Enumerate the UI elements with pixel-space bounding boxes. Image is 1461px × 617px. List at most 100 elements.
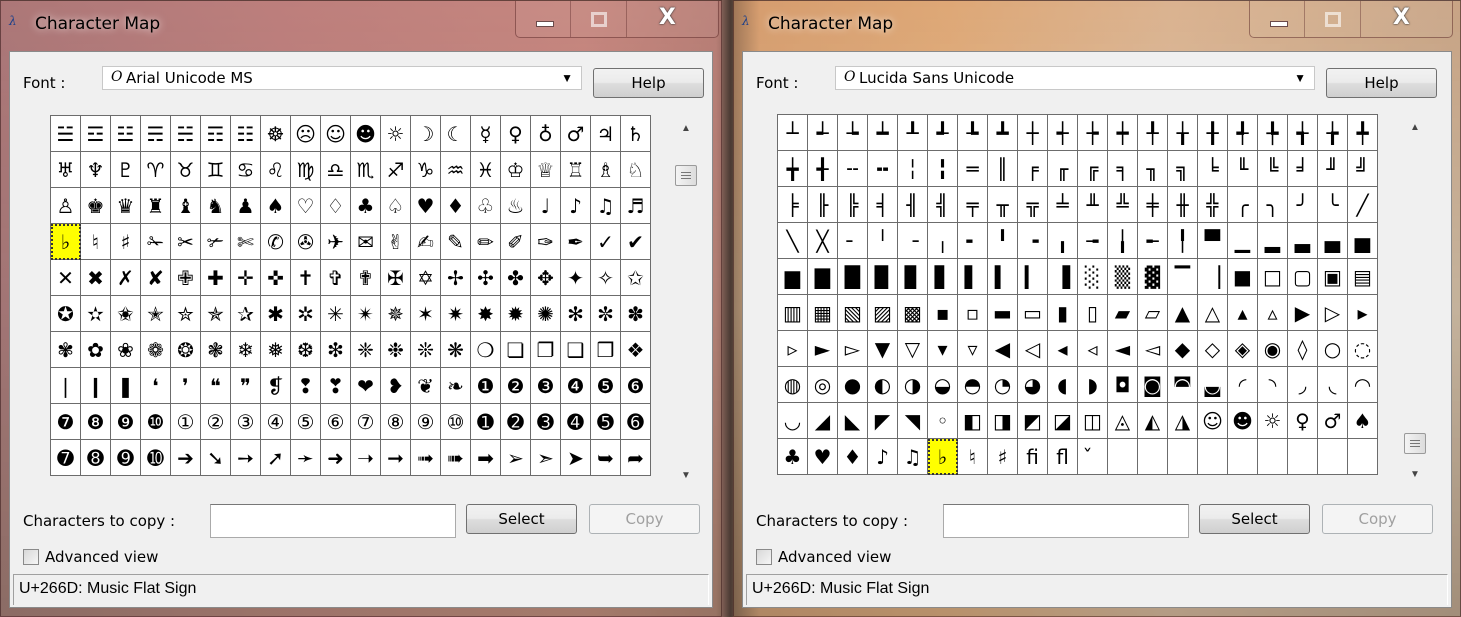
character-cell[interactable]: ✘ <box>141 260 171 296</box>
character-cell[interactable] <box>1198 439 1228 475</box>
character-cell[interactable]: ◫ <box>1078 403 1108 439</box>
character-cell[interactable]: ❸ <box>531 368 561 404</box>
character-cell[interactable]: ▎ <box>1018 259 1048 295</box>
character-cell[interactable]: ♆ <box>81 152 111 188</box>
character-cell[interactable]: ▶ <box>1288 295 1318 331</box>
character-cell[interactable]: ▧ <box>838 295 868 331</box>
character-cell[interactable]: ❑ <box>561 332 591 368</box>
character-cell[interactable]: ☸ <box>261 116 291 152</box>
character-cell[interactable]: ╂ <box>1198 115 1228 151</box>
character-cell[interactable]: ┼ <box>1018 115 1048 151</box>
character-cell[interactable]: ❏ <box>501 332 531 368</box>
character-cell[interactable]: ✞ <box>321 260 351 296</box>
character-cell[interactable]: ☲ <box>81 116 111 152</box>
close-button[interactable]: X <box>626 1 718 37</box>
characters-to-copy-input[interactable] <box>210 504 456 538</box>
character-cell[interactable]: ▁ <box>1228 223 1258 259</box>
character-cell[interactable]: ▥ <box>778 295 808 331</box>
character-cell[interactable]: ▮ <box>1048 295 1078 331</box>
character-cell[interactable]: ╠ <box>838 187 868 223</box>
character-cell[interactable]: ❺ <box>591 368 621 404</box>
character-cell[interactable]: ♪ <box>868 439 898 475</box>
character-cell[interactable]: ▾ <box>928 331 958 367</box>
character-cell[interactable]: ♅ <box>51 152 81 188</box>
character-cell[interactable]: ♃ <box>591 116 621 152</box>
character-cell[interactable]: ✎ <box>441 224 471 260</box>
character-cell[interactable]: ♛ <box>111 188 141 224</box>
character-cell[interactable]: ❛ <box>141 368 171 404</box>
character-cell[interactable]: ╽ <box>1108 223 1138 259</box>
character-cell[interactable]: ❅ <box>261 332 291 368</box>
character-cell[interactable]: ┶ <box>838 115 868 151</box>
character-cell[interactable]: ♐ <box>381 152 411 188</box>
character-cell[interactable]: ➏ <box>621 404 651 440</box>
character-cell[interactable]: ❊ <box>411 332 441 368</box>
character-cell[interactable]: ⑥ <box>321 404 351 440</box>
character-cell[interactable]: ╱ <box>1348 187 1378 223</box>
maximize-button[interactable] <box>571 1 627 37</box>
character-cell[interactable]: ┿ <box>1108 115 1138 151</box>
character-cell[interactable]: ☵ <box>171 116 201 152</box>
character-cell[interactable]: ╮ <box>1258 187 1288 223</box>
character-cell[interactable]: ◭ <box>1138 403 1168 439</box>
character-cell[interactable]: ╇ <box>1348 115 1378 151</box>
character-cell[interactable]: ╒ <box>1018 151 1048 187</box>
character-cell[interactable]: ╈ <box>778 151 808 187</box>
character-cell[interactable]: ✽ <box>621 296 651 332</box>
character-cell[interactable]: ▴ <box>1228 295 1258 331</box>
character-cell[interactable]: ✒ <box>561 224 591 260</box>
character-cell[interactable]: ✂ <box>171 224 201 260</box>
character-cell[interactable]: ♬ <box>621 188 651 224</box>
character-cell[interactable]: ▢ <box>1288 259 1318 295</box>
character-cell[interactable]: ♂ <box>1318 403 1348 439</box>
character-cell[interactable]: △ <box>1198 295 1228 331</box>
character-cell[interactable]: ┸ <box>898 115 928 151</box>
character-cell[interactable]: ♁ <box>531 116 561 152</box>
character-cell[interactable]: ♜ <box>141 188 171 224</box>
character-cell[interactable]: ❧ <box>441 368 471 404</box>
character-cell[interactable]: ❿ <box>141 404 171 440</box>
character-cell[interactable]: ❘ <box>51 368 81 404</box>
character-cell[interactable]: ♧ <box>471 188 501 224</box>
character-cell[interactable]: ╥ <box>988 187 1018 223</box>
character-cell[interactable]: ➐ <box>51 440 81 476</box>
character-cell[interactable]: ✖ <box>81 260 111 296</box>
character-cell[interactable]: ♯ <box>111 224 141 260</box>
character-cell[interactable]: ◙ <box>1138 367 1168 403</box>
character-cell[interactable]: ➙ <box>231 440 261 476</box>
minimize-button[interactable] <box>1250 1 1306 37</box>
scrollbar-thumb[interactable] <box>675 165 697 186</box>
character-cell[interactable]: ╀ <box>1138 115 1168 151</box>
character-cell[interactable]: ♫ <box>898 439 928 475</box>
character-cell[interactable]: ✭ <box>141 296 171 332</box>
character-cell[interactable]: ◠ <box>1348 367 1378 403</box>
character-cell[interactable]: ╻ <box>1048 223 1078 259</box>
character-cell[interactable]: ❋ <box>441 332 471 368</box>
character-cell[interactable]: ➚ <box>261 440 291 476</box>
character-cell[interactable] <box>1258 439 1288 475</box>
character-cell[interactable]: ♏ <box>351 152 381 188</box>
character-cell[interactable]: ➊ <box>471 404 501 440</box>
character-cell[interactable] <box>1108 439 1138 475</box>
character-cell[interactable]: ▰ <box>1108 295 1138 331</box>
character-cell[interactable]: ✢ <box>441 260 471 296</box>
character-cell[interactable]: ❉ <box>381 332 411 368</box>
character-cell[interactable]: ❥ <box>381 368 411 404</box>
character-cell[interactable]: ⑦ <box>351 404 381 440</box>
character-cell[interactable]: ▭ <box>1018 295 1048 331</box>
character-cell[interactable]: ❍ <box>471 332 501 368</box>
character-cell[interactable]: ◬ <box>1108 403 1138 439</box>
character-cell[interactable]: ▵ <box>1258 295 1288 331</box>
character-cell[interactable]: ❚ <box>111 368 141 404</box>
character-cell[interactable]: ✴ <box>351 296 381 332</box>
character-cell[interactable]: ▀ <box>1198 223 1228 259</box>
character-cell[interactable]: ▷ <box>1318 295 1348 331</box>
character-cell[interactable]: ♗ <box>591 152 621 188</box>
character-cell[interactable]: ❀ <box>111 332 141 368</box>
character-cell[interactable]: ╴ <box>838 223 868 259</box>
character-cell[interactable]: ◪ <box>1048 403 1078 439</box>
character-cell[interactable]: ❼ <box>51 404 81 440</box>
character-cell[interactable]: ✛ <box>231 260 261 296</box>
character-cell[interactable]: ✶ <box>411 296 441 332</box>
vertical-scrollbar[interactable]: ▲ ▼ <box>1404 114 1428 482</box>
